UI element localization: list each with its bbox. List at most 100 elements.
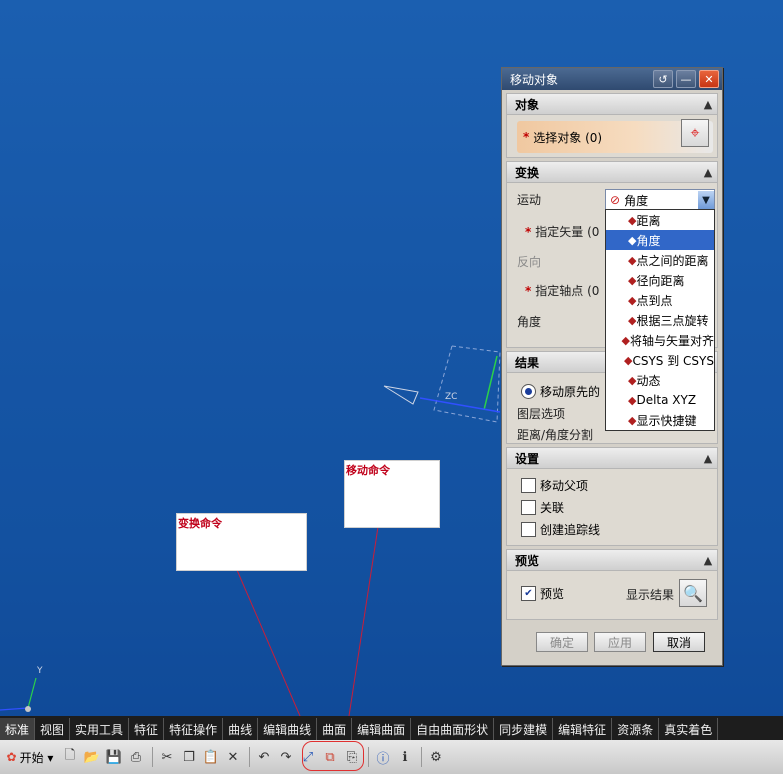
dialog-title: 移动对象 bbox=[510, 72, 559, 87]
dropdown-item-label: 径向距离 bbox=[636, 273, 685, 288]
preview-checkbox[interactable]: ✔ 预览 bbox=[521, 585, 564, 602]
dropdown-item[interactable]: align-axis-icon◆将轴与矢量对齐 bbox=[606, 330, 714, 350]
reverse-label: 反向 bbox=[517, 255, 542, 269]
minimize-icon[interactable]: — bbox=[676, 70, 696, 88]
object-section-header[interactable]: 对象 ▲ bbox=[506, 93, 718, 115]
tab-2[interactable]: 实用工具 bbox=[70, 718, 130, 740]
distance-angle-label: 距离/角度分割 bbox=[517, 428, 594, 442]
apply-button[interactable]: 应用 bbox=[594, 632, 646, 652]
specify-vector-row[interactable]: * 指定矢量 (0 bbox=[525, 223, 599, 240]
toolbar-separator bbox=[152, 747, 153, 767]
dropdown-item[interactable]: csys-icon ◆CSYS 到 CSYS bbox=[606, 350, 714, 370]
tab-1[interactable]: 视图 bbox=[35, 718, 71, 740]
tab-12[interactable]: 资源条 bbox=[612, 718, 660, 740]
align-axis-icon: align-axis-icon bbox=[608, 332, 618, 348]
start-menu-button[interactable]: ✿ 开始 ▾ bbox=[2, 747, 58, 767]
transform-section-header[interactable]: 变换 ▲ bbox=[506, 161, 718, 183]
main-toolbar: ✿ 开始 ▾ 🗋 📂 💾 ⎙ ✂ ❐ 📋 ✕ ↶ ↷ ⤢ ⧉ ⎘ ⓘ ℹ ⚙ bbox=[0, 740, 783, 774]
tab-3[interactable]: 特征 bbox=[129, 718, 165, 740]
csys-icon-glyph: ◆ bbox=[624, 353, 633, 367]
create-trace-checkbox[interactable]: 创建追踪线 bbox=[521, 521, 600, 538]
dropdown-item[interactable]: distance-icon ◆距离 bbox=[606, 210, 714, 230]
tab-10[interactable]: 同步建模 bbox=[494, 718, 554, 740]
dropdown-item[interactable]: point-to-point-icon ◆点到点 bbox=[606, 290, 714, 310]
tab-0[interactable]: 标准 bbox=[0, 718, 36, 740]
chevron-up-icon[interactable]: ▲ bbox=[699, 449, 717, 467]
dropdown-item[interactable]: radial-distance-icon ◆径向距离 bbox=[606, 270, 714, 290]
cancel-button[interactable]: 取消 bbox=[653, 632, 705, 652]
dialog-titlebar[interactable]: 移动对象 ↺ — ✕ bbox=[502, 68, 722, 90]
copy-icon[interactable]: ❐ bbox=[179, 747, 199, 767]
new-file-icon[interactable]: 🗋 bbox=[60, 747, 80, 767]
settings-section-header[interactable]: 设置 ▲ bbox=[506, 447, 718, 469]
object-section-title: 对象 bbox=[515, 97, 540, 112]
tab-6[interactable]: 编辑曲线 bbox=[258, 718, 318, 740]
preview-section-header[interactable]: 预览 ▲ bbox=[506, 549, 718, 571]
required-marker: * bbox=[525, 225, 532, 239]
settings-section-title: 设置 bbox=[515, 451, 540, 466]
dropdown-item[interactable]: dynamic-icon ◆动态 bbox=[606, 370, 714, 390]
dropdown-item-label: 根据三点旋转 bbox=[636, 313, 709, 328]
motion-value: 角度 bbox=[624, 193, 649, 208]
chevron-up-icon[interactable]: ▲ bbox=[699, 95, 717, 113]
move-original-radio[interactable]: 移动原先的 bbox=[521, 383, 600, 400]
tab-5[interactable]: 曲线 bbox=[223, 718, 259, 740]
move-leader-line bbox=[348, 526, 379, 716]
move-parent-checkbox[interactable]: 移动父项 bbox=[521, 477, 588, 494]
close-icon[interactable]: ✕ bbox=[699, 70, 719, 88]
tab-13[interactable]: 真实着色 bbox=[659, 718, 719, 740]
tab-7[interactable]: 曲面 bbox=[317, 718, 353, 740]
tab-9[interactable]: 自由曲面形状 bbox=[411, 718, 495, 740]
dropdown-item-label: 点之间的距离 bbox=[636, 253, 709, 268]
align-axis-icon-glyph: ◆ bbox=[621, 333, 630, 347]
information-icon[interactable]: ⓘ bbox=[373, 747, 393, 767]
wcs-y-axis bbox=[27, 677, 37, 709]
print-icon[interactable]: ⎙ bbox=[126, 747, 146, 767]
start-label: 开始 ▾ bbox=[19, 750, 54, 765]
object-section-body: * 选择对象 (0) ⌖ bbox=[506, 115, 718, 158]
open-folder-icon[interactable]: 📂 bbox=[82, 747, 102, 767]
transform-leader-line bbox=[236, 569, 301, 716]
dropdown-item[interactable]: three-point-rotate-icon ◆根据三点旋转 bbox=[606, 310, 714, 330]
x-axis-line bbox=[419, 397, 501, 413]
paste-icon[interactable]: 📋 bbox=[201, 747, 221, 767]
dropdown-item[interactable]: angle-icon ◆角度 bbox=[606, 230, 714, 250]
select-object-button[interactable]: ⌖ bbox=[681, 119, 709, 147]
tab-4[interactable]: 特征操作 bbox=[164, 718, 224, 740]
save-icon[interactable]: 💾 bbox=[104, 747, 124, 767]
ok-button[interactable]: 确定 bbox=[536, 632, 588, 652]
role-icon[interactable]: ⚙ bbox=[426, 747, 446, 767]
dynamic-icon: dynamic-icon bbox=[608, 372, 624, 388]
info-box-icon[interactable]: ℹ bbox=[395, 747, 415, 767]
dropdown-item[interactable]: delta-xyz-icon ◆Delta XYZ bbox=[606, 390, 714, 410]
checkbox-checked-icon: ✔ bbox=[521, 586, 536, 601]
dropdown-item[interactable]: point-distance-icon ◆点之间的距离 bbox=[606, 250, 714, 270]
dropdown-item[interactable]: shortcut-icon ◆显示快捷键 bbox=[606, 410, 714, 430]
redo-icon[interactable]: ↷ bbox=[276, 747, 296, 767]
tab-11[interactable]: 编辑特征 bbox=[553, 718, 613, 740]
distance-icon: distance-icon bbox=[608, 212, 624, 228]
specify-axis-point-row[interactable]: * 指定轴点 (0 bbox=[525, 282, 599, 299]
dynamic-icon-glyph: ◆ bbox=[628, 373, 637, 387]
show-result-button[interactable]: 🔍 bbox=[679, 579, 707, 607]
create-trace-label: 创建追踪线 bbox=[540, 523, 601, 537]
undo-icon[interactable]: ↶ bbox=[254, 747, 274, 767]
delete-icon[interactable]: ✕ bbox=[223, 747, 243, 767]
vector-arrow bbox=[383, 385, 419, 405]
cut-icon[interactable]: ✂ bbox=[157, 747, 177, 767]
toolbar-separator bbox=[421, 747, 422, 767]
point-distance-icon: point-distance-icon bbox=[608, 252, 624, 268]
specify-axis-point-label: 指定轴点 (0 bbox=[535, 284, 600, 298]
dropdown-item-label: 动态 bbox=[636, 373, 661, 388]
layer-option-label: 图层选项 bbox=[517, 407, 566, 421]
chevron-down-icon[interactable]: ▼ bbox=[698, 191, 714, 209]
chevron-up-icon[interactable]: ▲ bbox=[699, 163, 717, 181]
reset-icon[interactable]: ↺ bbox=[653, 70, 673, 88]
motion-dropdown[interactable]: ⊘ 角度 ▼ bbox=[605, 189, 715, 211]
move-original-label: 移动原先的 bbox=[540, 385, 601, 399]
start-icon: ✿ bbox=[6, 750, 17, 764]
shortcut-icon-glyph: ◆ bbox=[628, 413, 637, 427]
associate-checkbox[interactable]: 关联 bbox=[521, 499, 564, 516]
chevron-up-icon[interactable]: ▲ bbox=[699, 551, 717, 569]
tab-8[interactable]: 编辑曲面 bbox=[352, 718, 412, 740]
